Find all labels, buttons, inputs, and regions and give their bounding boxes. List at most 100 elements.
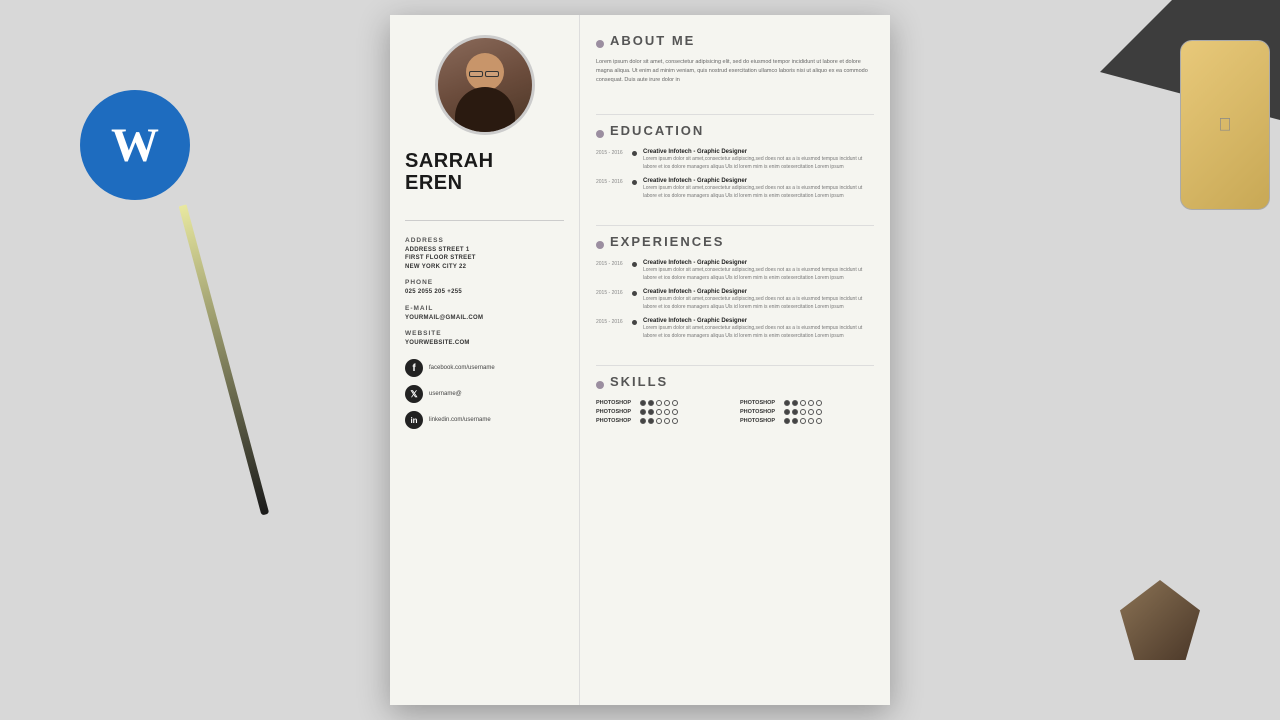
education-dot [596,130,604,138]
email-value: YOURMAIL@GMAIL.COM [405,314,483,322]
skill-name: PHOTOSHOP [596,409,636,415]
skill-dot [640,409,646,415]
skill-row: PHOTOSHOP [596,418,730,424]
skill-dot [656,409,662,415]
skill-dot [808,409,814,415]
skill-row: PHOTOSHOP [740,418,874,424]
divider-1 [405,220,564,221]
right-column: ABOUT ME Lorem ipsum dolor sit amet, con… [580,15,890,705]
about-dot [596,40,604,48]
skill-dot [648,400,654,406]
skill-dots [640,418,678,424]
skill-name: PHOTOSHOP [740,418,780,424]
skill-name: PHOTOSHOP [596,400,636,406]
skill-dot [656,400,662,406]
phone-value: 025 2055 205 +255 [405,288,462,296]
linkedin-label: linkedin.com/username [429,417,491,423]
skill-dots [640,400,678,406]
entry-content: Creative Infotech - Graphic Designer Lor… [643,318,874,340]
skill-row: PHOTOSHOP [740,400,874,406]
skill-dot [640,418,646,424]
skill-dot [664,400,670,406]
skill-row: PHOTOSHOP [596,409,730,415]
bg-pencil [179,204,270,515]
experience-entries: 2015 - 2016 Creative Infotech - Graphic … [596,260,874,340]
word-icon: W [80,90,190,200]
entry-item: 2015 - 2016 Creative Infotech - Graphic … [596,178,874,200]
entry-desc: Lorem ipsum dolor sit amet,consectetur a… [643,296,874,311]
experience-title: EXPERIENCES [610,234,724,249]
linkedin-icon: in [405,411,423,429]
entry-title: Creative Infotech - Graphic Designer [643,149,874,155]
phone-label: PHONE [405,279,433,286]
entry-bullet [632,180,637,185]
entry-year: 2015 - 2016 [596,318,626,340]
skill-dot [800,418,806,424]
entry-bullet [632,151,637,156]
education-section: EDUCATION 2015 - 2016 Creative Infotech … [596,123,874,207]
entry-year: 2015 - 2016 [596,289,626,311]
avatar-head [466,53,504,91]
separator-3 [596,365,874,366]
entry-bullet [632,262,637,267]
separator-2 [596,225,874,226]
twitter-item: 𝕏 username@ [405,385,495,403]
skill-dot [656,418,662,424]
entry-desc: Lorem ipsum dolor sit amet,consectetur a… [643,156,874,171]
website-label: WEBSITE [405,330,442,337]
skill-dot [800,400,806,406]
entry-bullet [632,291,637,296]
skill-dot [816,409,822,415]
experience-dot [596,241,604,249]
entry-title: Creative Infotech - Graphic Designer [643,260,874,266]
bg-phone:  [1180,40,1270,210]
avatar-body [455,87,515,132]
avatar [435,35,535,135]
resume-card: SARRAH EREN ADDRESS ADDRESS STREET 1FIRS… [390,15,890,705]
entry-item: 2015 - 2016 Creative Infotech - Graphic … [596,149,874,171]
skill-dot [816,400,822,406]
education-title: EDUCATION [610,123,704,138]
entry-desc: Lorem ipsum dolor sit amet,consectetur a… [643,185,874,200]
skill-dot [800,409,806,415]
skill-dot [808,400,814,406]
experience-section: EXPERIENCES 2015 - 2016 Creative Infotec… [596,234,874,347]
skill-dots [784,400,822,406]
skill-dot [792,409,798,415]
skills-dot [596,381,604,389]
website-value: YOURWEBSITE.COM [405,339,470,347]
entry-item: 2015 - 2016 Creative Infotech - Graphic … [596,260,874,282]
skill-dots [640,409,678,415]
skill-dot [784,409,790,415]
address-value: ADDRESS STREET 1FIRST FLOOR STREETNEW YO… [405,246,476,271]
about-text: Lorem ipsum dolor sit amet, consectetur … [596,58,874,84]
skill-dot [792,418,798,424]
entry-year: 2015 - 2016 [596,260,626,282]
facebook-icon: f [405,359,423,377]
entry-bullet [632,320,637,325]
skill-row: PHOTOSHOP [596,400,730,406]
entry-year: 2015 - 2016 [596,178,626,200]
word-icon-letter: W [111,118,159,173]
skill-dot [808,418,814,424]
skill-dot [784,418,790,424]
address-label: ADDRESS [405,237,444,244]
bg-gem [1120,580,1200,660]
facebook-label: facebook.com/username [429,365,495,371]
candidate-name: SARRAH EREN [405,150,494,194]
entry-item: 2015 - 2016 Creative Infotech - Graphic … [596,289,874,311]
entry-title: Creative Infotech - Graphic Designer [643,178,874,184]
skill-dots [784,418,822,424]
skill-dot [648,418,654,424]
entry-content: Creative Infotech - Graphic Designer Lor… [643,149,874,171]
skills-grid: PHOTOSHOP PHOTOSHOP PHOTOSHOP PHOTOSHOP … [596,400,874,424]
skill-dot [672,418,678,424]
about-section: ABOUT ME Lorem ipsum dolor sit amet, con… [596,33,874,96]
avatar-image [438,38,532,132]
skill-dot [816,418,822,424]
skills-title: SKILLS [610,374,668,389]
skill-dot [664,418,670,424]
twitter-label: username@ [429,391,462,397]
skill-dot [648,409,654,415]
skill-name: PHOTOSHOP [740,409,780,415]
